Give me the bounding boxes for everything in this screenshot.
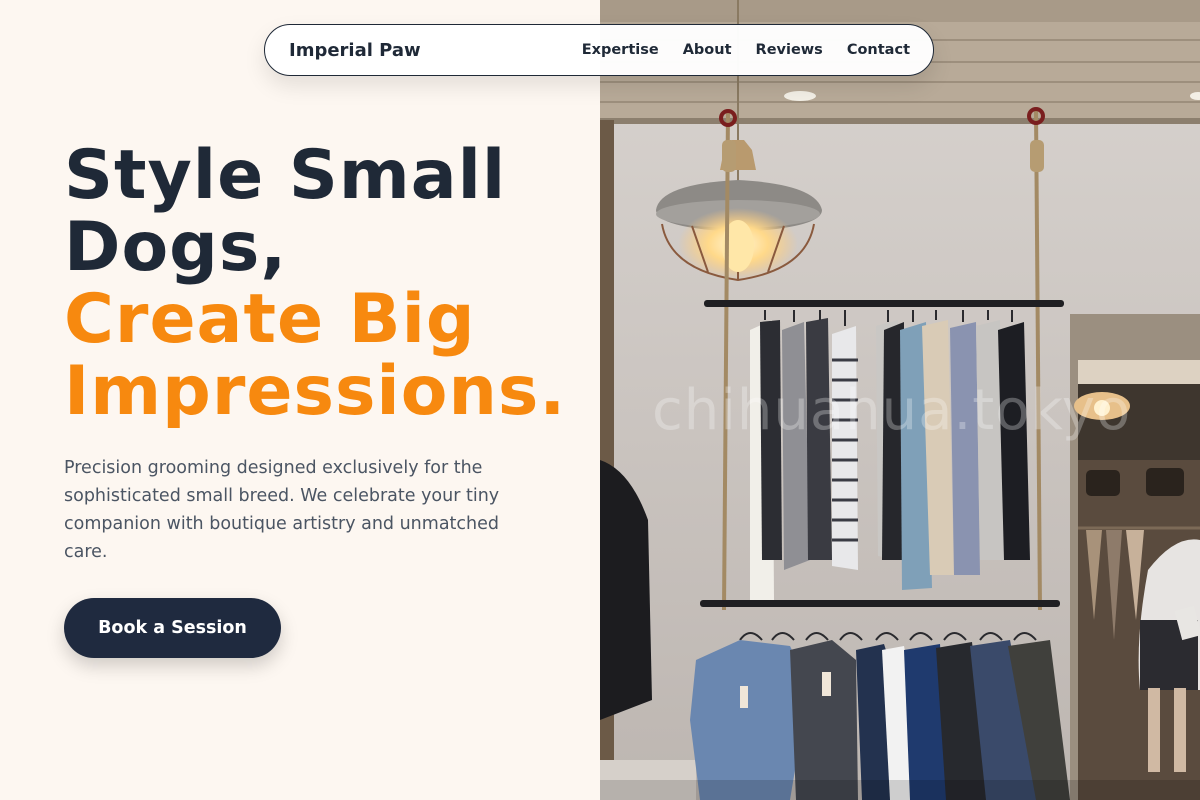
brand-logo[interactable]: Imperial Paw: [289, 40, 421, 61]
hero-title-line-2: Dogs,: [64, 208, 288, 287]
hero-photo: chihuahua.tokyo: [600, 0, 1200, 800]
nav-link-contact[interactable]: Contact: [847, 42, 910, 58]
hero-title-accent-line-2: Impressions.: [64, 352, 567, 431]
nav-link-reviews[interactable]: Reviews: [756, 42, 823, 58]
nav-link-expertise[interactable]: Expertise: [582, 42, 659, 58]
hero-description: Precision grooming designed exclusively …: [64, 458, 500, 562]
hero-title-line-1: Style Small: [64, 136, 507, 215]
top-navbar: Imperial Paw Expertise About Reviews Con…: [264, 24, 934, 76]
photo-watermark: chihuahua.tokyo: [652, 378, 1132, 443]
hero-title: Style Small Dogs, Create Big Impressions…: [64, 140, 566, 428]
nav-link-about[interactable]: About: [683, 42, 732, 58]
hero-title-accent-line-1: Create Big: [64, 280, 476, 359]
nav-links: Expertise About Reviews Contact: [582, 42, 910, 58]
book-session-button[interactable]: Book a Session: [64, 598, 281, 658]
